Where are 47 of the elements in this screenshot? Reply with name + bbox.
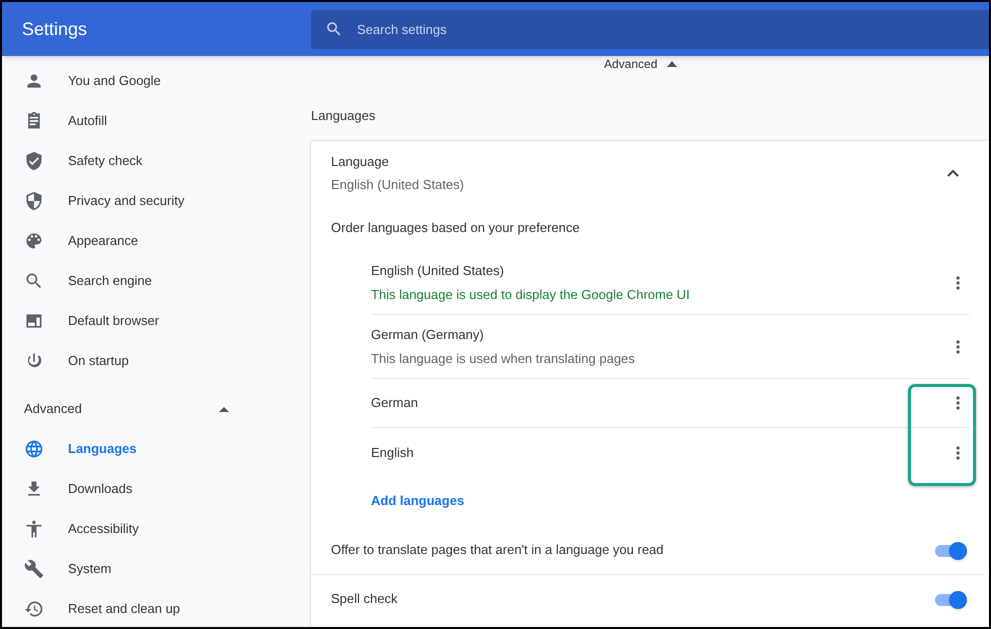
sidebar-item[interactable]: Default browser <box>2 301 311 341</box>
search-field[interactable]: Search settings <box>311 10 989 48</box>
history-icon <box>24 599 44 619</box>
sidebar-item[interactable]: You and Google <box>2 61 311 101</box>
more-vert-icon <box>956 396 960 410</box>
language-note: This language is used when translating pages <box>371 350 635 368</box>
shield-check-icon <box>24 151 44 171</box>
toggle-switch[interactable] <box>935 591 967 607</box>
sidebar-item[interactable]: Downloads <box>2 469 311 509</box>
add-languages-link[interactable]: Add languages <box>371 491 464 511</box>
wrench-icon <box>24 559 44 579</box>
toggle-label: Spell check <box>331 590 398 608</box>
caret-icon <box>219 406 229 412</box>
more-vert-icon <box>956 276 960 290</box>
chevron-up-icon <box>947 169 959 177</box>
instruction-text: Order languages based on your preference <box>331 219 580 238</box>
palette-icon <box>24 231 44 251</box>
search-icon <box>24 271 44 291</box>
toggle-label: Offer to translate pages that aren't in a language you read <box>331 540 664 559</box>
advanced-section-header[interactable]: Advanced <box>2 389 311 429</box>
shield-icon <box>24 191 44 211</box>
advanced-toggle[interactable]: Advanced <box>604 57 658 71</box>
sidebar-item[interactable]: Privacy and security <box>2 181 311 221</box>
setting-value: English (United States) <box>331 176 464 194</box>
search-icon <box>325 20 343 38</box>
page-title: Settings <box>22 18 88 38</box>
language-name: English (United States) <box>371 262 505 280</box>
language-name: German <box>371 394 418 412</box>
language-name: English <box>371 444 414 462</box>
language-name: German (Germany) <box>371 326 485 344</box>
sidebar-item[interactable]: Autofill <box>2 101 311 141</box>
sidebar-item[interactable]: Appearance <box>2 221 311 261</box>
more-vert-icon <box>956 446 960 460</box>
language-note: This language is used to display the Google Chrome UI <box>371 286 690 304</box>
setting-label: Language <box>331 152 390 171</box>
globe-icon <box>24 439 44 459</box>
sidebar-item[interactable]: Languages <box>2 429 311 469</box>
sidebar-item[interactable]: On startup <box>2 341 311 381</box>
accessibility-icon <box>24 519 44 539</box>
sidebar-item[interactable]: Reset and clean up <box>2 589 311 627</box>
section-title: Languages <box>311 108 376 124</box>
toggle-switch[interactable] <box>935 542 967 558</box>
sidebar-item[interactable]: Search engine <box>2 261 311 301</box>
sidebar-item[interactable]: Accessibility <box>2 509 311 549</box>
sidebar-item[interactable]: System <box>2 549 311 589</box>
more-vert-icon <box>956 340 960 354</box>
sidebar-item[interactable]: Safety check <box>2 141 311 181</box>
